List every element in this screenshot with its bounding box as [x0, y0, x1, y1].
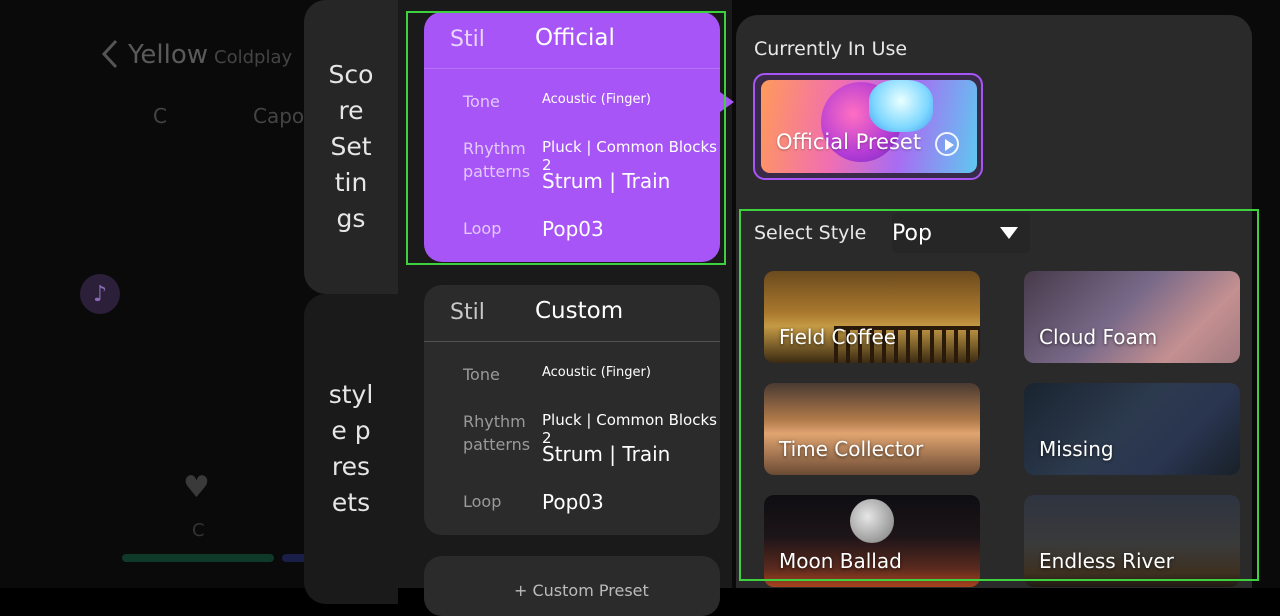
card-divider: [424, 341, 720, 342]
rhythm-label: Rhythm patterns: [463, 412, 531, 454]
preset-artwork-cloud: [869, 80, 933, 132]
small-chord: C: [192, 520, 205, 541]
tone-value: Acoustic (Finger): [542, 365, 651, 380]
capo-label: Capo: [253, 104, 305, 128]
loop-label: Loop: [463, 492, 502, 511]
stil-label: Stil: [450, 300, 485, 325]
currently-in-use-label: Currently In Use: [754, 38, 908, 60]
tab-style-presets-label: style presets: [328, 380, 374, 517]
tone-label: Tone: [463, 365, 500, 384]
style-tile-label: Time Collector: [779, 437, 924, 461]
current-preset-title: Official Preset: [776, 130, 922, 154]
artist-name: Coldplay: [214, 47, 293, 68]
current-preset-card[interactable]: Official Preset: [761, 80, 977, 173]
style-tile-label: Field Coffee: [779, 325, 897, 349]
style-tile-time-collector[interactable]: Time Collector: [764, 383, 980, 475]
chevron-down-icon: [1000, 227, 1018, 239]
rhythm-label: Rhythm patterns: [463, 139, 531, 181]
style-tile-endless-river[interactable]: Endless River: [1024, 495, 1240, 587]
rhythm-value-secondary: Strum | Train: [542, 169, 671, 193]
moon-artwork: [850, 499, 894, 543]
add-custom-preset-label: + Custom Preset: [514, 581, 649, 600]
card-divider: [424, 68, 720, 69]
stil-value: Official: [535, 25, 615, 51]
style-tile-field-coffee[interactable]: Field Coffee: [764, 271, 980, 363]
tab-score-settings-label: Score Settings: [328, 60, 374, 233]
style-tile-label: Missing: [1039, 437, 1114, 461]
add-custom-preset-button[interactable]: + Custom Preset: [424, 556, 720, 616]
style-tile-label: Moon Ballad: [779, 549, 902, 573]
chord-key: C: [153, 104, 167, 128]
stil-label: Stil: [450, 27, 485, 52]
style-tile-label: Endless River: [1039, 549, 1174, 573]
song-title: Yellow Coldplay: [128, 40, 293, 70]
music-note-icon: ♪: [80, 274, 120, 314]
style-tile-cloud-foam[interactable]: Cloud Foam: [1024, 271, 1240, 363]
loop-value: Pop03: [542, 217, 604, 241]
tone-label: Tone: [463, 92, 500, 111]
style-tile-moon-ballad[interactable]: Moon Ballad: [764, 495, 980, 587]
style-tile-label: Cloud Foam: [1039, 325, 1158, 349]
select-style-label: Select Style: [754, 222, 867, 244]
official-preset-card[interactable]: Stil Official Tone Acoustic (Finger) Rhy…: [424, 12, 734, 262]
tab-style-presets[interactable]: style presets: [304, 294, 398, 604]
style-tile-missing[interactable]: Missing: [1024, 383, 1240, 475]
loop-value: Pop03: [542, 490, 604, 514]
rhythm-value-secondary: Strum | Train: [542, 442, 671, 466]
tab-score-settings[interactable]: Score Settings: [304, 0, 398, 294]
heart-icon: ♥: [183, 470, 210, 505]
loop-label: Loop: [463, 219, 502, 238]
style-dropdown-value: Pop: [892, 221, 932, 246]
progress-bar: [122, 554, 274, 562]
custom-preset-card[interactable]: Stil Custom Tone Acoustic (Finger) Rhyth…: [424, 285, 720, 535]
style-dropdown[interactable]: Pop: [892, 213, 1030, 253]
play-icon[interactable]: [935, 132, 959, 156]
stil-value: Custom: [535, 298, 624, 324]
back-icon: [101, 39, 118, 69]
tone-value: Acoustic (Finger): [542, 92, 651, 107]
selection-pointer-icon: [720, 92, 734, 112]
